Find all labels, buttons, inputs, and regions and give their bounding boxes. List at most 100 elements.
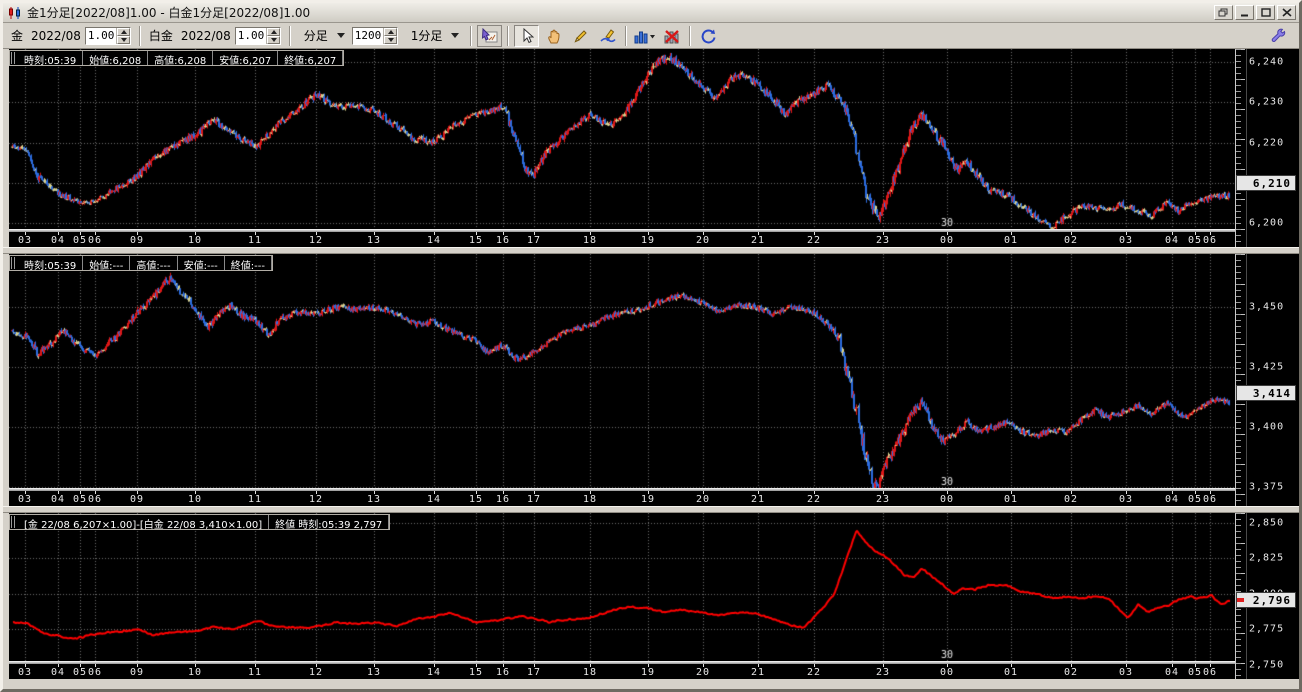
x-axis-label: 06 [1202,494,1218,505]
platinum-multiplier-up-button[interactable] [267,27,280,36]
platinum-multiplier-value[interactable]: 1.00 [236,28,267,44]
x-axis-label: 19 [640,235,656,246]
toolbar-separator [507,25,510,46]
y-axis-label: 6,220 [1249,137,1285,149]
marker-pen-tool-button[interactable] [595,25,620,47]
platinum-contract-month: 2022/08 [180,28,231,43]
x-axis-label: 20 [695,494,711,505]
x-axis-label: 13 [366,667,382,678]
maximize-button[interactable] [1256,5,1275,20]
x-axis-label: 02 [1063,494,1079,505]
x-axis-label: 04 [1164,235,1180,246]
info-field: 始値:6,208 [83,51,149,67]
bar-type-dropdown[interactable]: 分足 [295,26,350,46]
down-arrow-icon [270,37,277,42]
gold-label: 金 [11,29,24,43]
pan-hand-tool-button[interactable] [541,25,566,47]
x-axis-label: 06 [87,667,103,678]
pointer-icon [523,27,534,43]
chart-window: 金1分足[2022/08]1.00 - 白金1分足[2022/08]1.00 金 [0,0,1302,692]
minimize-button[interactable] [1235,5,1254,20]
x-axis-label: 15 [468,494,484,505]
bar-count-value[interactable]: 1200 [353,28,384,44]
x-axis-label: 15 [468,667,484,678]
titlebar[interactable]: 金1分足[2022/08]1.00 - 白金1分足[2022/08]1.00 [3,3,1299,23]
x-axis-label: 17 [526,235,542,246]
panel-splitter[interactable] [3,247,1299,254]
y-axis-label: 3,425 [1249,361,1285,373]
axis-line [9,229,1235,232]
price-badge: 2,796 [1236,592,1296,608]
window-bottom-edge [3,679,1299,689]
x-axis-label: 16 [495,235,511,246]
toolbar: 金 2022/08 1.00 白金 2022/08 1.00 分足 1200 1… [3,23,1299,49]
clear-indicators-button[interactable] [659,25,684,47]
platinum-plot-area: 時刻:05:39 始値:--- 高値:--- 安値:--- 終値:--- 03 0… [9,254,1235,506]
x-axis-label: 20 [695,667,711,678]
x-axis-label: 04 [1164,494,1180,505]
up-arrow-icon [120,29,127,34]
pointer-tool-button[interactable] [514,24,540,47]
x-axis-label: 03 [17,667,33,678]
down-arrow-icon [387,37,394,42]
info-grip[interactable] [11,516,17,528]
x-axis-label: 11 [247,235,263,246]
platinum-multiplier-spinner[interactable]: 1.00 [234,26,281,45]
bar-count-up-button[interactable] [384,27,397,36]
x-axis-label: 05 [72,667,88,678]
close-button[interactable] [1277,5,1296,20]
x-axis-label: 09 [129,235,145,246]
refresh-button[interactable] [696,25,721,47]
x-axis-label: 05 [72,494,88,505]
x-axis-label: 20 [695,235,711,246]
spread-price-axis: 2,796 2,8502,8252,8002,7752,750 [1235,513,1299,679]
gold-multiplier-up-button[interactable] [117,27,130,36]
toolbar-separator [470,25,473,46]
y-axis-label: 3,450 [1249,301,1285,313]
dropdown-arrow-icon [451,33,460,38]
toolbar-separator [138,25,141,46]
clear-chart-icon [664,29,679,43]
x-axis-label: 10 [187,235,203,246]
bar-count-down-button[interactable] [384,35,397,44]
x-axis-label: 01 [1003,494,1019,505]
time-axis: 03 04 05 06 09 10 11 12 13 14 15 16 17 18 19 20 21 22 23 00… [9,488,1235,506]
bar-type-label: 分足 [303,29,328,43]
spread-chart-canvas[interactable] [9,513,1235,661]
chart-style-dropdown-button[interactable] [632,25,657,47]
gold-multiplier-spinner[interactable]: 1.00 [84,26,131,45]
gold-multiplier-value[interactable]: 1.00 [86,28,117,44]
x-axis-label: 04 [1164,667,1180,678]
platinum-info-bar: 時刻:05:39 始値:--- 高値:--- 安値:--- 終値:--- [9,255,273,272]
settings-button[interactable] [1266,25,1291,47]
gold-contract-month: 2022/08 [31,28,81,43]
platinum-multiplier-down-button[interactable] [267,35,280,44]
x-axis-label: 03 [17,235,33,246]
x-axis-label: 18 [582,667,598,678]
x-axis-label: 23 [875,235,891,246]
axis-line [9,661,1235,664]
info-grip[interactable] [11,257,17,269]
info-field: [金 22/08 6,207×1.00]-[白金 22/08 3,410×1.0… [18,515,270,531]
interval-dropdown[interactable]: 1分足 [402,26,465,46]
x-axis-label: 05 [1187,667,1203,678]
x-axis-label: 12 [308,494,324,505]
crosshair-chart-tool-button[interactable] [477,24,503,47]
gold-multiplier-down-button[interactable] [117,35,130,44]
dropdown-arrow-icon [336,33,345,38]
restore-window-button[interactable] [1214,5,1233,20]
wrench-icon [1271,28,1285,42]
info-grip[interactable] [11,52,17,64]
toolbar-separator [625,25,628,46]
gold-chart-canvas[interactable] [9,49,1235,229]
x-axis-label: 10 [187,494,203,505]
pencil-draw-tool-button[interactable] [568,25,593,47]
spread-info-bar: [金 22/08 6,207×1.00]-[白金 22/08 3,410×1.0… [9,514,391,531]
platinum-label: 白金 [148,29,173,43]
platinum-chart-canvas[interactable] [9,254,1235,488]
panel-splitter[interactable] [3,506,1299,513]
x-axis-label: 14 [426,667,442,678]
toolbar-separator [689,25,692,46]
bar-count-spinner[interactable]: 1200 [351,26,398,45]
x-axis-label: 23 [875,667,891,678]
